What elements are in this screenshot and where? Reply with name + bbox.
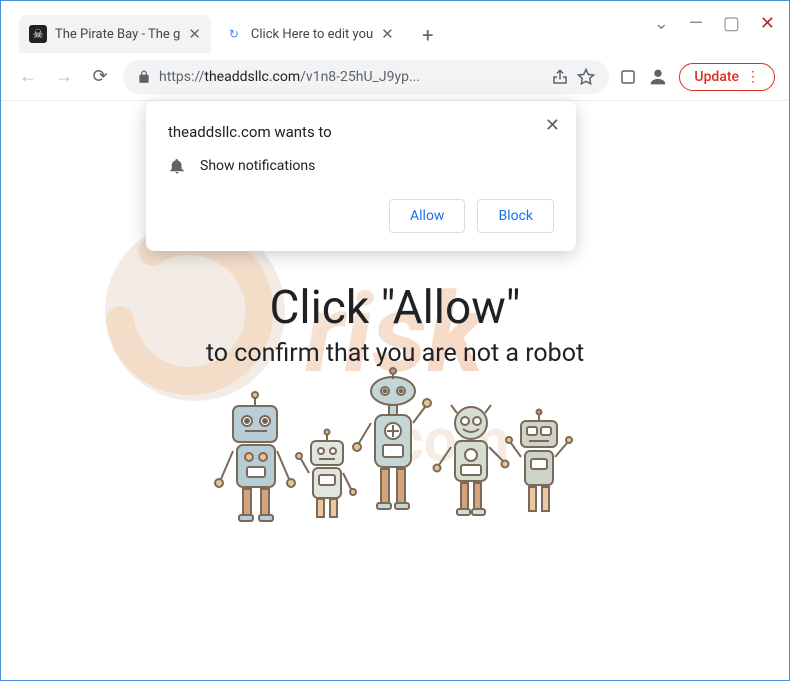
permission-label: Show notifications (200, 158, 315, 174)
maximize-icon[interactable]: ▢ (723, 13, 740, 34)
star-icon[interactable] (577, 68, 595, 86)
minimize-icon[interactable]: — (689, 13, 703, 34)
close-dialog-icon[interactable]: ✕ (545, 115, 560, 136)
update-button[interactable]: Update ⋮ (679, 63, 775, 91)
close-tab-icon[interactable]: ✕ (381, 25, 394, 43)
lock-icon (137, 70, 151, 84)
browser-toolbar: ← → ⟳ https://theaddsllc.com/v1n8-25hU_J… (1, 53, 789, 101)
extensions-icon[interactable] (619, 68, 637, 86)
permission-title: theaddsllc.com wants to (168, 123, 554, 141)
permission-dialog: ✕ theaddsllc.com wants to Show notificat… (146, 101, 576, 251)
new-tab-button[interactable]: + (414, 21, 442, 49)
allow-button[interactable]: Allow (389, 199, 465, 233)
back-button[interactable]: ← (15, 64, 41, 90)
forward-button[interactable]: → (51, 64, 77, 90)
window-titlebar: ☠ The Pirate Bay - The g ✕ ↻ Click Here … (1, 1, 789, 53)
share-icon[interactable] (551, 68, 569, 86)
tab-title: Click Here to edit you (251, 27, 373, 42)
block-button[interactable]: Block (477, 199, 554, 233)
tab-favicon-recaptcha: ↻ (225, 25, 243, 43)
page-content: risk .com ✕ theaddsllc.com wants to Show… (1, 101, 789, 680)
window-controls: ⌄ — ▢ ✕ (654, 13, 775, 34)
tab-clickhere[interactable]: ↻ Click Here to edit you ✕ (215, 15, 404, 53)
profile-icon[interactable] (647, 66, 669, 88)
url-bar[interactable]: https://theaddsllc.com/v1n8-25hU_J9yp... (123, 60, 609, 94)
robots-illustration (195, 351, 595, 551)
permission-item: Show notifications (168, 157, 554, 175)
chevron-down-icon[interactable]: ⌄ (654, 13, 669, 34)
bell-icon (168, 157, 186, 175)
reload-button[interactable]: ⟳ (87, 64, 113, 90)
tab-piratebay[interactable]: ☠ The Pirate Bay - The g ✕ (19, 15, 211, 53)
close-tab-icon[interactable]: ✕ (188, 25, 201, 43)
tab-favicon-skull: ☠ (29, 25, 47, 43)
page-heading: Click "Allow" (1, 281, 789, 335)
tab-title: The Pirate Bay - The g (55, 27, 180, 42)
close-window-icon[interactable]: ✕ (760, 13, 775, 34)
tab-strip: ☠ The Pirate Bay - The g ✕ ↻ Click Here … (1, 1, 442, 53)
url-text: https://theaddsllc.com/v1n8-25hU_J9yp... (159, 69, 543, 85)
